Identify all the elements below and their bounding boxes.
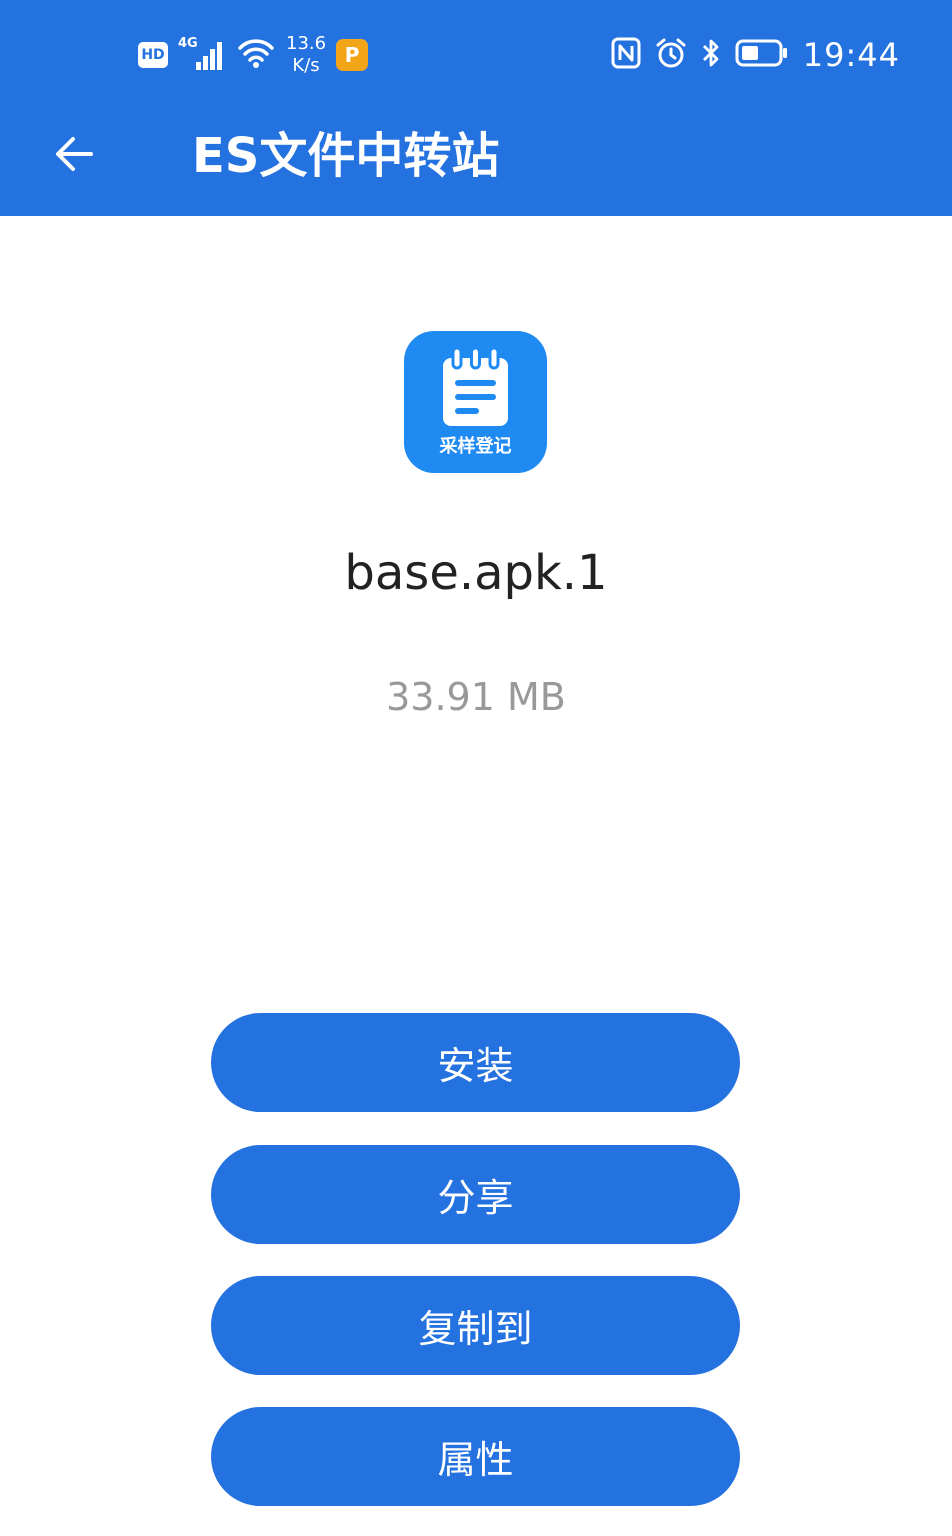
notepad-icon [443, 348, 508, 426]
alarm-icon [655, 37, 687, 73]
file-detail-screen: HD 4G 13.6 K/s P 19:44 ES文件中转站 采样登记 base… [0, 0, 952, 1536]
network-speed-value: 13.6 [286, 33, 327, 54]
battery-icon [735, 38, 789, 72]
signal-icon: 4G [178, 36, 226, 72]
share-button[interactable]: 分享 [211, 1145, 740, 1244]
arrow-left-icon [56, 137, 93, 171]
app-notification-icon: P [336, 39, 369, 71]
network-speed-unit: K/s [292, 55, 320, 76]
back-button[interactable] [44, 122, 104, 186]
copy-to-button[interactable]: 复制到 [211, 1276, 740, 1375]
status-bar: HD 4G 13.6 K/s P 19:44 [0, 0, 952, 110]
status-clock: 19:44 [802, 36, 900, 74]
file-size: 33.91 MB [386, 675, 566, 719]
install-button[interactable]: 安装 [211, 1013, 740, 1112]
app-icon-label: 采样登记 [439, 436, 512, 457]
app-bar: HD 4G 13.6 K/s P 19:44 ES文件中转站 [0, 0, 952, 216]
bluetooth-icon [701, 36, 721, 74]
status-bar-right: 19:44 [611, 30, 900, 80]
nfc-icon [611, 37, 641, 73]
network-speed: 13.6 K/s [286, 33, 326, 77]
page-title: ES文件中转站 [192, 128, 500, 184]
file-name: base.apk.1 [344, 545, 608, 601]
status-bar-left: HD 4G 13.6 K/s P [138, 30, 369, 80]
hd-icon: HD [138, 42, 168, 68]
properties-button[interactable]: 属性 [211, 1407, 740, 1506]
wifi-icon [236, 36, 276, 74]
network-type-label: 4G [178, 36, 198, 51]
apk-app-icon: 采样登记 [404, 331, 547, 473]
